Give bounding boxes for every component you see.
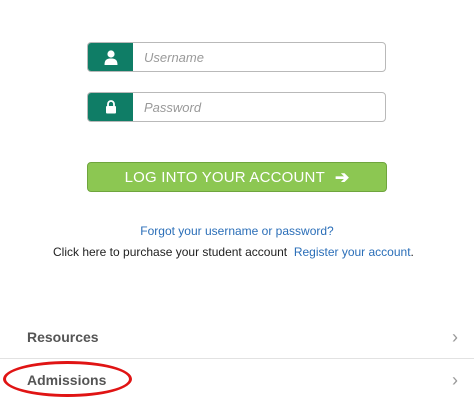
username-input[interactable] [133,43,385,71]
accordion-label: Resources [27,329,99,345]
chevron-right-icon: › [452,326,458,347]
purchase-line: Click here to purchase your student acco… [53,245,414,259]
forgot-credentials: Forgot your username or password? [0,224,474,238]
accordion-label: Admissions [27,372,107,388]
accordion-item-admissions[interactable]: Admissions › [0,359,474,401]
arrow-right-icon: ➔ [334,167,350,187]
purchase-text: Click here to purchase your student acco… [53,245,288,259]
password-input[interactable] [133,93,385,121]
register-suffix: . [410,245,414,259]
username-field[interactable] [87,42,386,72]
forgot-password-link[interactable]: Forgot your username or password? [140,224,333,238]
chevron-right-icon: › [452,369,458,390]
login-button-label: LOG INTO YOUR ACCOUNT [124,168,325,186]
lock-icon [88,93,133,121]
accordion-item-resources[interactable]: Resources › [0,316,474,358]
login-button[interactable]: LOG INTO YOUR ACCOUNT ➔ [87,162,387,192]
user-icon [88,43,133,71]
register-link[interactable]: Register your account [294,245,411,259]
password-field[interactable] [87,92,386,122]
